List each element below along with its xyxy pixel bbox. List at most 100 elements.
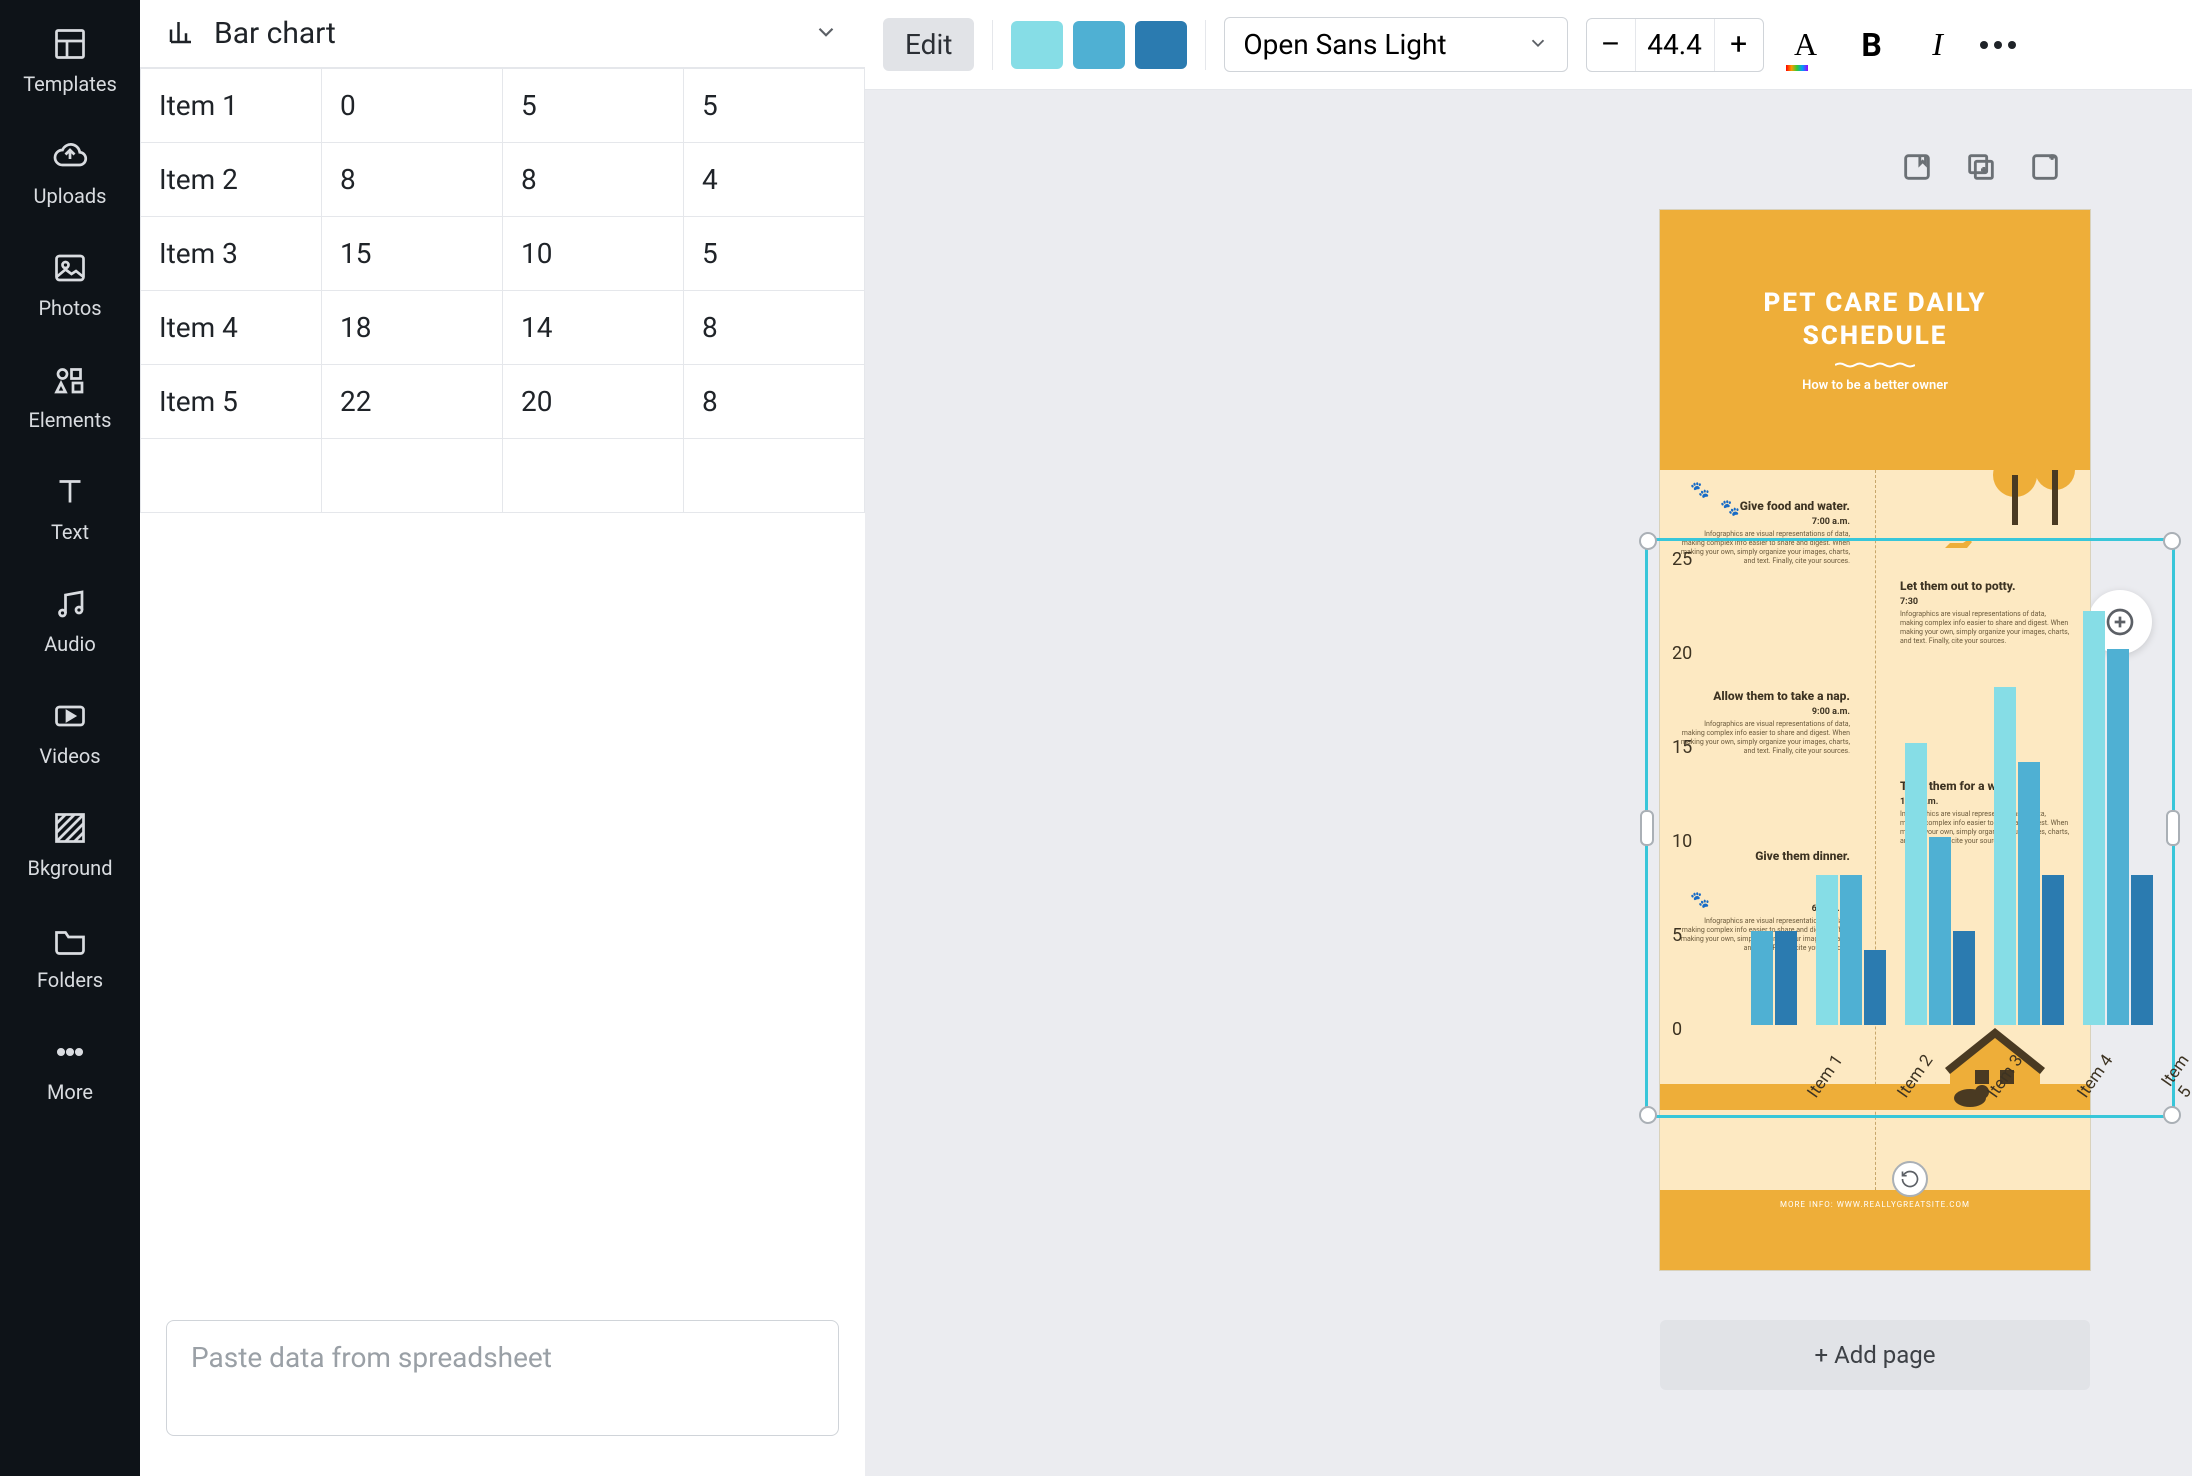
bar bbox=[2018, 762, 2040, 1025]
y-tick-label: 15 bbox=[1672, 737, 1692, 758]
sidebar-item-templates[interactable]: Templates bbox=[0, 18, 140, 102]
swatch-3[interactable] bbox=[1135, 21, 1187, 69]
swatch-2[interactable] bbox=[1073, 21, 1125, 69]
color-swatches bbox=[1011, 21, 1187, 69]
cloud-upload-icon bbox=[50, 136, 90, 176]
y-tick-label: 0 bbox=[1672, 1019, 1682, 1040]
image-icon bbox=[50, 248, 90, 288]
sidebar-item-photos[interactable]: Photos bbox=[0, 242, 140, 326]
trees-icon bbox=[1990, 450, 2080, 550]
font-selector[interactable]: Open Sans Light bbox=[1224, 17, 1567, 72]
sidebar-label: Videos bbox=[39, 744, 100, 768]
add-page-button[interactable]: + Add page bbox=[1660, 1320, 2090, 1390]
infographic-subtitle: How to be a better owner bbox=[1802, 378, 1948, 393]
bar bbox=[2083, 611, 2105, 1025]
shapes-icon bbox=[50, 360, 90, 400]
table-row: Item 2884 bbox=[141, 143, 865, 217]
edit-button[interactable]: Edit bbox=[883, 18, 974, 71]
top-toolbar: Edit Open Sans Light – 44.4 + A B I bbox=[865, 0, 2192, 90]
sidebar-item-audio[interactable]: Audio bbox=[0, 578, 140, 662]
notes-icon[interactable] bbox=[1900, 150, 1934, 184]
bar-group bbox=[2078, 611, 2158, 1025]
bar bbox=[1816, 875, 1838, 1025]
text-icon bbox=[50, 472, 90, 512]
sidebar-item-elements[interactable]: Elements bbox=[0, 354, 140, 438]
chart-data-table[interactable]: Item 1055 Item 2884 Item 315105 Item 418… bbox=[140, 68, 865, 513]
infographic-footer: MORE INFO: WWW.REALLYGREATSITE.COM bbox=[1660, 1190, 2090, 1270]
sidebar-label: Folders bbox=[37, 968, 103, 992]
paste-data-input[interactable]: Paste data from spreadsheet bbox=[166, 1320, 839, 1436]
text-color-button[interactable]: A bbox=[1782, 21, 1830, 69]
rotate-handle[interactable] bbox=[1892, 1161, 1928, 1197]
resize-handle-bl[interactable] bbox=[1639, 1106, 1657, 1124]
bar bbox=[1840, 875, 1862, 1025]
divider bbox=[992, 20, 993, 70]
folder-icon bbox=[50, 920, 90, 960]
y-tick-label: 20 bbox=[1672, 643, 1692, 664]
hatch-icon bbox=[50, 808, 90, 848]
resize-handle-br[interactable] bbox=[2163, 1106, 2181, 1124]
bar bbox=[1751, 931, 1773, 1025]
infographic-header: PET CARE DAILY SCHEDULE How to be a bett… bbox=[1660, 210, 2090, 470]
wavy-divider-icon bbox=[1835, 362, 1915, 368]
resize-handle-right[interactable] bbox=[2166, 810, 2180, 846]
chart-type-label: Bar chart bbox=[214, 16, 336, 51]
bar-chart-icon bbox=[166, 17, 196, 51]
sidebar-item-background[interactable]: Bkground bbox=[0, 802, 140, 886]
sidebar-label: Templates bbox=[23, 72, 117, 96]
bar-group bbox=[1811, 875, 1891, 1025]
x-category-label: Item 5 bbox=[2158, 1051, 2192, 1102]
y-tick-label: 10 bbox=[1672, 831, 1692, 852]
bar-group bbox=[1900, 743, 1980, 1025]
italic-button[interactable]: I bbox=[1914, 21, 1962, 69]
table-row: Item 315105 bbox=[141, 217, 865, 291]
decrease-size-button[interactable]: – bbox=[1587, 19, 1635, 71]
x-category-label: Item 4 bbox=[2073, 1051, 2117, 1102]
bar bbox=[1905, 743, 1927, 1025]
x-category-label: Item 3 bbox=[1983, 1051, 2027, 1102]
sidebar-label: Uploads bbox=[34, 184, 107, 208]
selection-box[interactable]: 0510152025 Item 1Item 2Item 3Item 4Item … bbox=[1645, 538, 2175, 1118]
templates-icon bbox=[50, 24, 90, 64]
chart-type-selector[interactable]: Bar chart bbox=[140, 0, 865, 68]
x-category-label: Item 1 bbox=[1803, 1051, 1847, 1102]
font-name: Open Sans Light bbox=[1243, 28, 1446, 61]
add-page-icon[interactable] bbox=[2028, 150, 2062, 184]
sidebar-label: Audio bbox=[44, 632, 96, 656]
bold-button[interactable]: B bbox=[1848, 21, 1896, 69]
sidebar-item-more[interactable]: More bbox=[0, 1026, 140, 1110]
sidebar-label: Photos bbox=[38, 296, 101, 320]
sidebar-item-uploads[interactable]: Uploads bbox=[0, 130, 140, 214]
sidebar-item-folders[interactable]: Folders bbox=[0, 914, 140, 998]
left-sidebar: Templates Uploads Photos Elements Text A… bbox=[0, 0, 140, 1476]
resize-handle-left[interactable] bbox=[1640, 810, 1654, 846]
swatch-1[interactable] bbox=[1011, 21, 1063, 69]
font-size-value[interactable]: 44.4 bbox=[1635, 19, 1715, 71]
music-icon bbox=[50, 584, 90, 624]
bar-chart[interactable]: 0510152025 Item 1Item 2Item 3Item 4Item … bbox=[1678, 551, 2162, 1025]
sidebar-label: Elements bbox=[29, 408, 112, 432]
table-row bbox=[141, 439, 865, 513]
resize-handle-tr[interactable] bbox=[2163, 532, 2181, 550]
table-row: Item 1055 bbox=[141, 69, 865, 143]
more-options-button[interactable] bbox=[1980, 41, 2016, 49]
bar bbox=[1929, 837, 1951, 1025]
color-spectrum-icon bbox=[1786, 65, 1808, 71]
chart-data-panel: Bar chart Item 1055 Item 2884 Item 31510… bbox=[140, 0, 865, 1476]
font-size-stepper: – 44.4 + bbox=[1586, 18, 1764, 72]
sidebar-item-videos[interactable]: Videos bbox=[0, 690, 140, 774]
duplicate-page-icon[interactable] bbox=[1964, 150, 1998, 184]
sidebar-label: More bbox=[47, 1080, 93, 1104]
chevron-down-icon bbox=[813, 19, 839, 49]
infographic-title: PET CARE DAILY SCHEDULE bbox=[1764, 287, 1987, 352]
resize-handle-tl[interactable] bbox=[1639, 532, 1657, 550]
video-icon bbox=[50, 696, 90, 736]
bar bbox=[1994, 687, 2016, 1025]
increase-size-button[interactable]: + bbox=[1715, 19, 1763, 71]
bar bbox=[2131, 875, 2153, 1025]
table-row: Item 418148 bbox=[141, 291, 865, 365]
sidebar-item-text[interactable]: Text bbox=[0, 466, 140, 550]
canvas-area[interactable]: PET CARE DAILY SCHEDULE How to be a bett… bbox=[865, 90, 2192, 1476]
page-tools bbox=[1900, 150, 2062, 184]
chevron-down-icon bbox=[1527, 28, 1549, 61]
